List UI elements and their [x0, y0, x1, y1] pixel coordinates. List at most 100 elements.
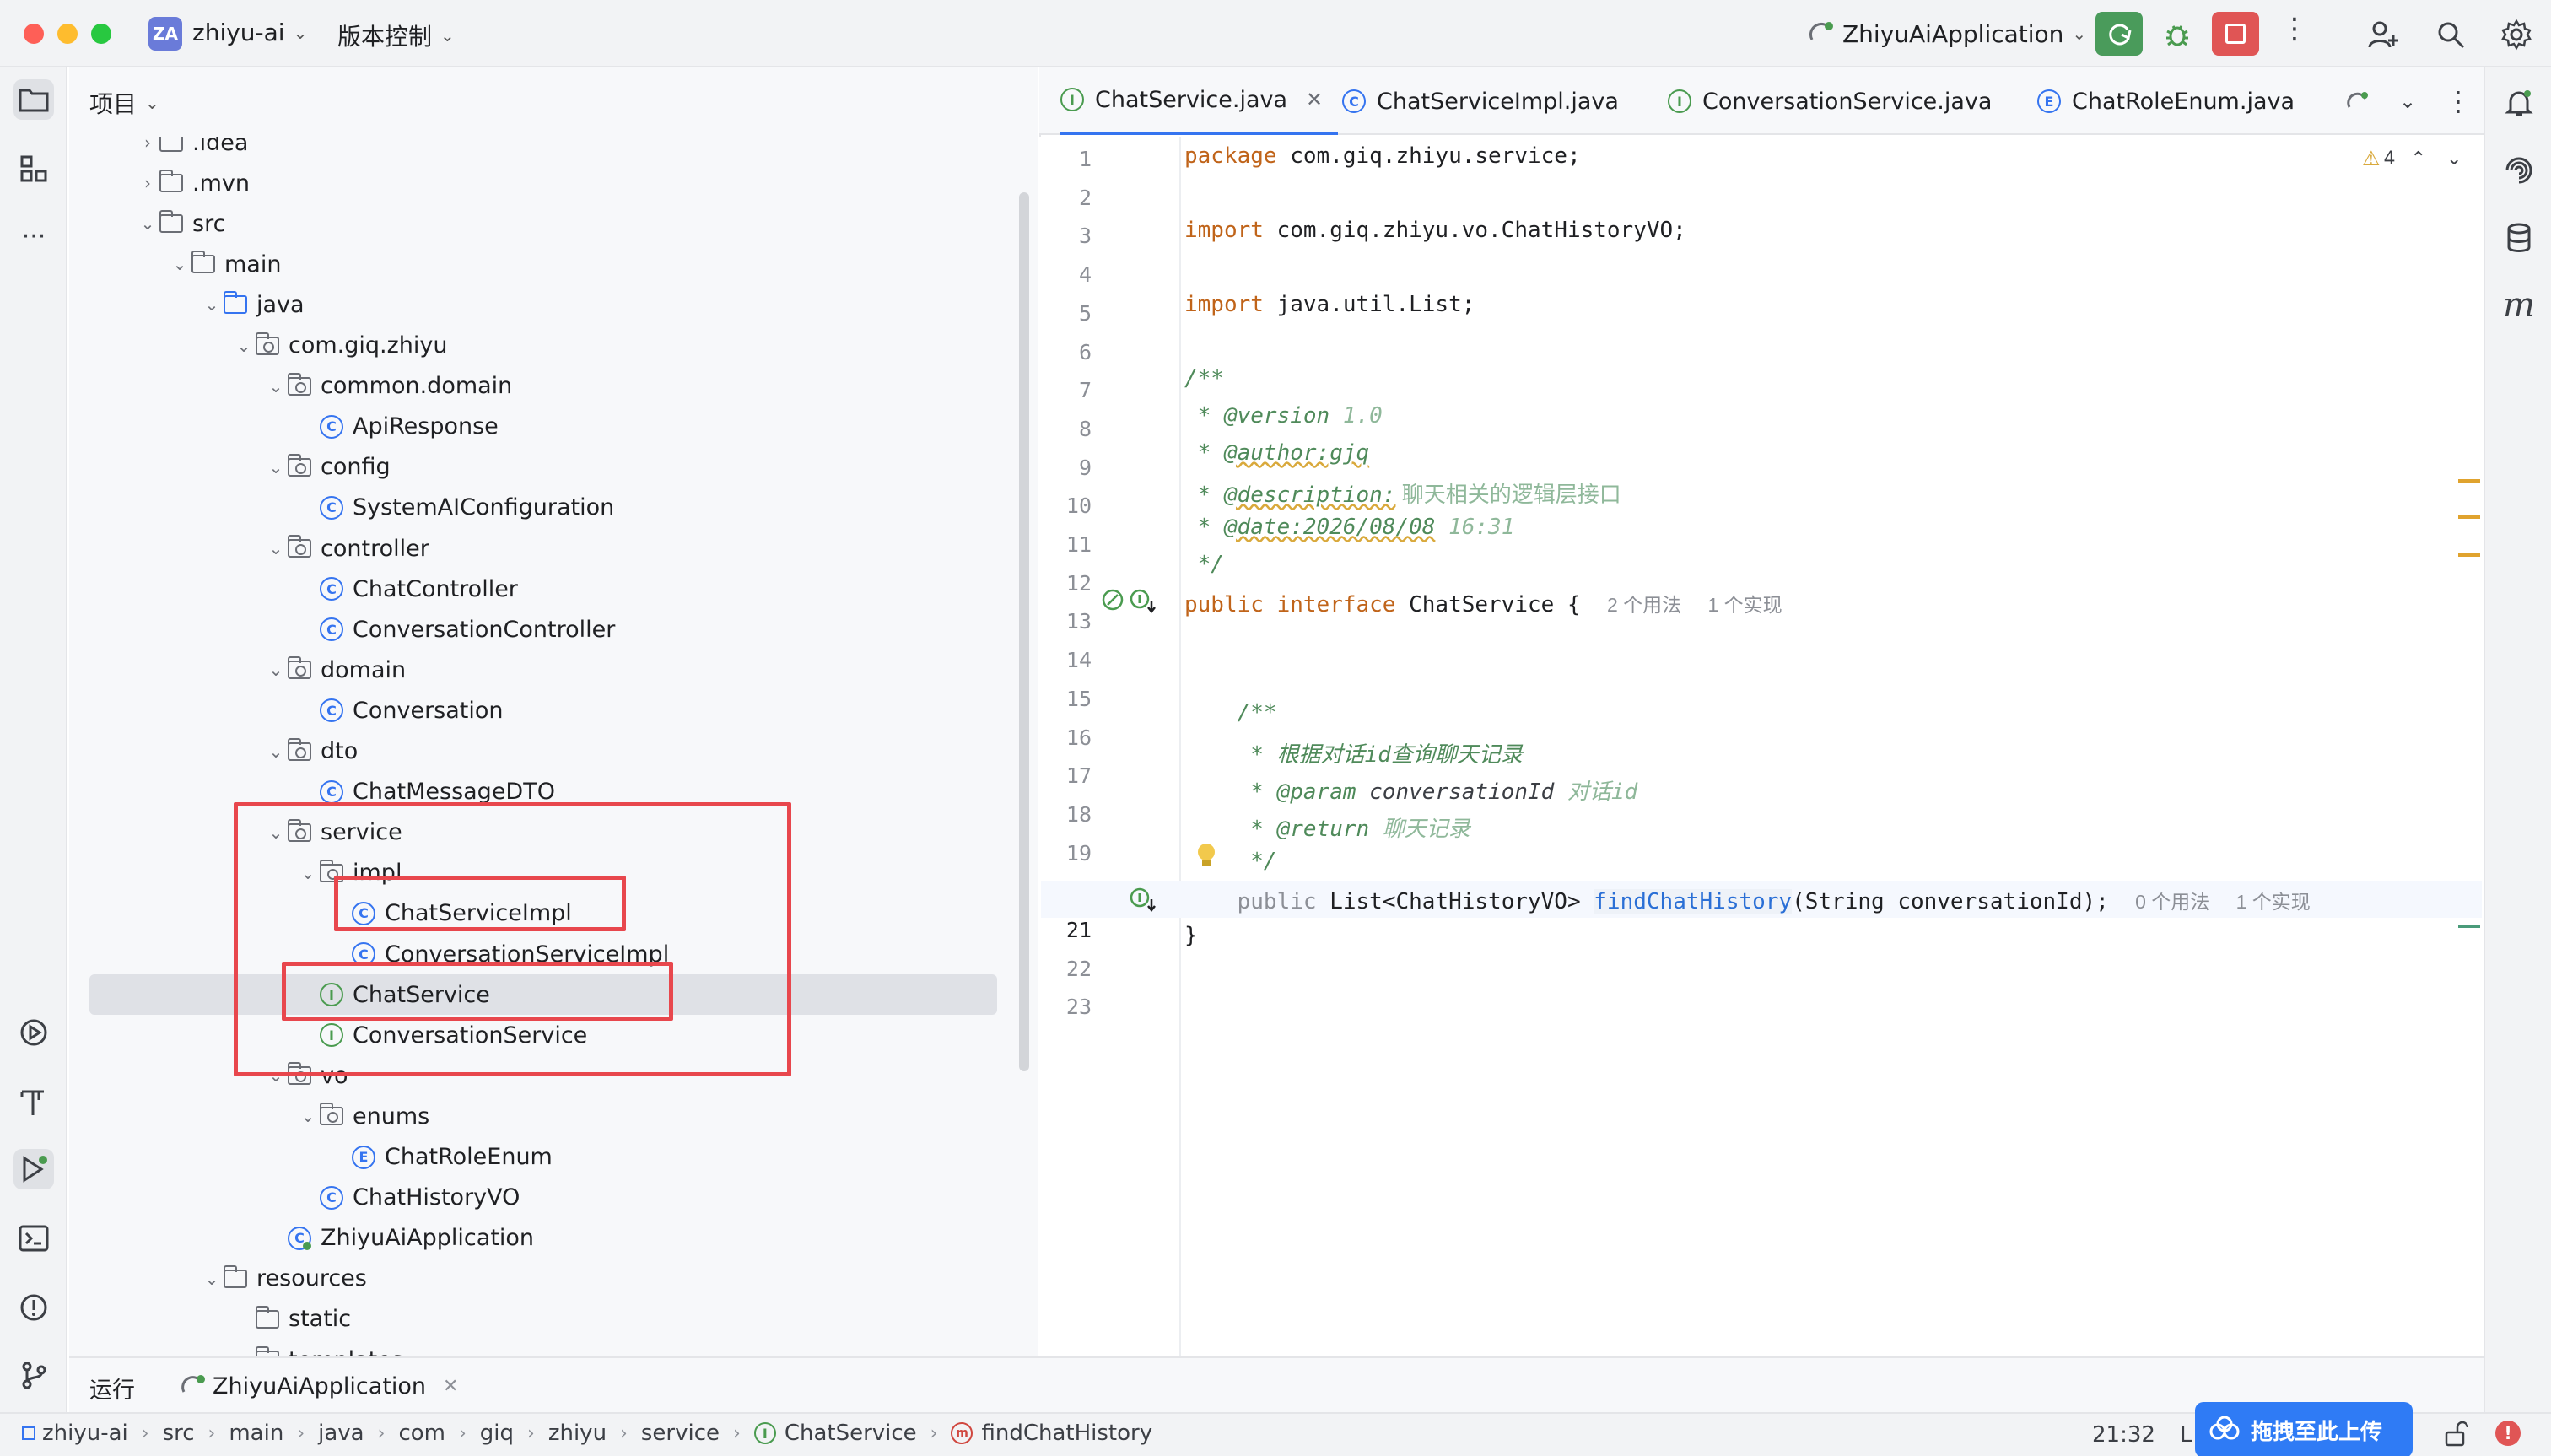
chevron-down-icon[interactable]: ⌄ [169, 254, 191, 274]
close-tab-icon[interactable]: ✕ [443, 1376, 458, 1397]
close-window-button[interactable] [24, 24, 44, 44]
tree-item-java[interactable]: ⌄ java [69, 284, 1038, 325]
tree-scrollbar[interactable] [1019, 192, 1029, 1071]
warning-marker[interactable] [2458, 515, 2480, 519]
chevron-down-icon[interactable]: ⌄ [265, 457, 287, 477]
services-tool-button[interactable] [13, 1012, 54, 1053]
line-separator-indicator[interactable]: L [2180, 1422, 2192, 1448]
tree-item-zhiyuaiapplication[interactable]: C ZhiyuAiApplication [69, 1218, 1038, 1259]
maximize-window-button[interactable] [91, 24, 111, 44]
tab-list-dropdown-icon[interactable]: ⌄ [2399, 67, 2416, 135]
implemented-gutter-icon[interactable] [1100, 587, 1125, 618]
breadcrumb-item[interactable]: com [398, 1421, 445, 1446]
project-tool-button[interactable] [13, 79, 54, 120]
rerun-button[interactable] [2095, 12, 2143, 56]
build-tool-button[interactable] [13, 1081, 54, 1122]
tab-conversationservice[interactable]: I ConversationService.java [1667, 67, 1992, 135]
chevron-right-icon[interactable]: › [137, 137, 159, 153]
implementations-gutter-icon[interactable] [1129, 587, 1157, 620]
tree-item-main[interactable]: ⌄ main [69, 244, 1038, 284]
run-label[interactable]: 运行 [89, 1372, 135, 1405]
error-indicator-icon[interactable]: ! [2495, 1421, 2521, 1446]
database-button[interactable] [2499, 218, 2539, 258]
minimize-window-button[interactable] [57, 24, 78, 44]
project-panel-header[interactable]: 项目 ⌄ [89, 86, 159, 120]
debug-button[interactable] [2156, 13, 2198, 56]
breadcrumb-item[interactable]: zhiyu-ai [22, 1421, 128, 1446]
usages-hint[interactable]: 0 个用法 [2135, 891, 2209, 913]
method-name[interactable]: findChatHistory [1594, 889, 1793, 914]
search-button[interactable] [2430, 13, 2472, 56]
more-tools-icon[interactable]: ··· [13, 216, 54, 256]
stop-button[interactable] [2212, 12, 2259, 56]
chevron-down-icon[interactable]: ⌄ [2446, 148, 2462, 170]
breadcrumb-item[interactable]: service [641, 1421, 720, 1446]
problems-tool-button[interactable] [13, 1287, 54, 1328]
tree-item-apiresponse[interactable]: C ApiResponse [69, 407, 1038, 447]
tree-item-src[interactable]: ⌄ src [69, 203, 1038, 244]
chevron-down-icon[interactable]: ⌄ [201, 294, 223, 315]
close-tab-icon[interactable]: ✕ [1306, 88, 1323, 111]
tree-item-chathistoryvo[interactable]: C ChatHistoryVO [69, 1178, 1038, 1218]
chevron-down-icon[interactable]: ⌄ [265, 741, 287, 762]
change-marker[interactable] [2458, 925, 2480, 928]
chevron-down-icon[interactable]: ⌄ [265, 538, 287, 558]
tree-item-domain[interactable]: ⌄ domain [69, 650, 1038, 690]
chevron-right-icon[interactable]: › [137, 173, 159, 193]
tree-item-resources[interactable]: ⌄ resources [69, 1259, 1038, 1299]
implementations-hint[interactable]: 1 个实现 [1707, 594, 1782, 616]
tree-item-dto[interactable]: ⌄ dto [69, 731, 1038, 772]
tree-item-conversation[interactable]: C Conversation [69, 690, 1038, 731]
breadcrumb-item[interactable]: java [318, 1421, 364, 1446]
implementations-gutter-icon[interactable] [1129, 886, 1157, 919]
tab-chatservice[interactable]: I ChatService.java ✕ [1060, 67, 1338, 135]
run-tool-button[interactable] [13, 1149, 54, 1189]
usages-hint[interactable]: 2 个用法 [1607, 594, 1681, 616]
terminal-tool-button[interactable] [13, 1218, 54, 1259]
upload-button[interactable]: 拖拽至此上传 [2195, 1402, 2413, 1456]
more-actions-icon[interactable]: ⋮ [2278, 12, 2311, 56]
add-user-button[interactable] [2362, 13, 2404, 56]
lock-icon[interactable] [2443, 1421, 2469, 1453]
tree-item-common-domain[interactable]: ⌄ common.domain [69, 366, 1038, 407]
breadcrumb-item[interactable]: I ChatService [753, 1421, 917, 1446]
maven-icon[interactable]: m [2499, 285, 2539, 326]
vcs-menu[interactable]: 版本控制 ⌄ [337, 19, 455, 52]
tab-more-icon[interactable]: ⋮ [2445, 67, 2472, 135]
chevron-down-icon[interactable]: ⌄ [265, 660, 287, 680]
project-selector[interactable]: zhiyu-ai ⌄ [192, 19, 307, 46]
tree-item-enums[interactable]: ⌄ enums [69, 1096, 1038, 1136]
tree-item-com-giq-zhiyu[interactable]: ⌄ com.giq.zhiyu [69, 326, 1038, 366]
chevron-down-icon[interactable]: ⌄ [137, 213, 159, 234]
breadcrumb-item[interactable]: src [163, 1421, 195, 1446]
breadcrumb-item[interactable]: giq [480, 1421, 514, 1446]
chevron-down-icon[interactable]: ⌄ [265, 376, 287, 396]
run-config-tab[interactable]: ZhiyuAiApplication ✕ [179, 1367, 458, 1405]
tree-item-chatcontroller[interactable]: C ChatController [69, 569, 1038, 609]
tree-item-controller[interactable]: ⌄ controller [69, 528, 1038, 569]
chevron-down-icon[interactable]: ⌄ [233, 336, 255, 356]
chevron-up-icon[interactable]: ⌃ [2411, 148, 2426, 170]
tree-item-static[interactable]: static [69, 1299, 1038, 1340]
breadcrumb-item[interactable]: m findChatHistory [951, 1421, 1152, 1446]
caret-position[interactable]: 21:32 [2092, 1422, 2155, 1448]
tree-item-conversationcontroller[interactable]: C ConversationController [69, 609, 1038, 650]
breadcrumb-item[interactable]: zhiyu [548, 1421, 607, 1446]
tree-item-systemaiconfiguration[interactable]: C SystemAIConfiguration [69, 488, 1038, 528]
tree-item--idea[interactable]: › .idea [69, 137, 1038, 163]
warning-marker[interactable] [2458, 553, 2480, 557]
tree-item-chatroleenum[interactable]: E ChatRoleEnum [69, 1137, 1038, 1178]
tree-item-config[interactable]: ⌄ config [69, 447, 1038, 488]
chevron-down-icon[interactable]: ⌄ [201, 1269, 223, 1289]
run-config-selector[interactable]: ZhiyuAiApplication ⌄ [1805, 15, 2086, 52]
warning-marker[interactable] [2458, 479, 2480, 483]
notifications-button[interactable] [2499, 83, 2539, 123]
tab-overflow[interactable] [2345, 67, 2370, 135]
tab-chatroleenum[interactable]: E ChatRoleEnum.java [2036, 67, 2295, 135]
structure-tool-button[interactable] [13, 148, 54, 189]
tab-chatserviceimpl[interactable]: C ChatServiceImpl.java [1341, 67, 1619, 135]
ai-assistant-button[interactable] [2499, 150, 2539, 191]
implementations-hint[interactable]: 1 个实现 [2236, 891, 2311, 913]
breadcrumb-item[interactable]: main [229, 1421, 283, 1446]
tree-item-templates[interactable]: templates [69, 1340, 1038, 1356]
